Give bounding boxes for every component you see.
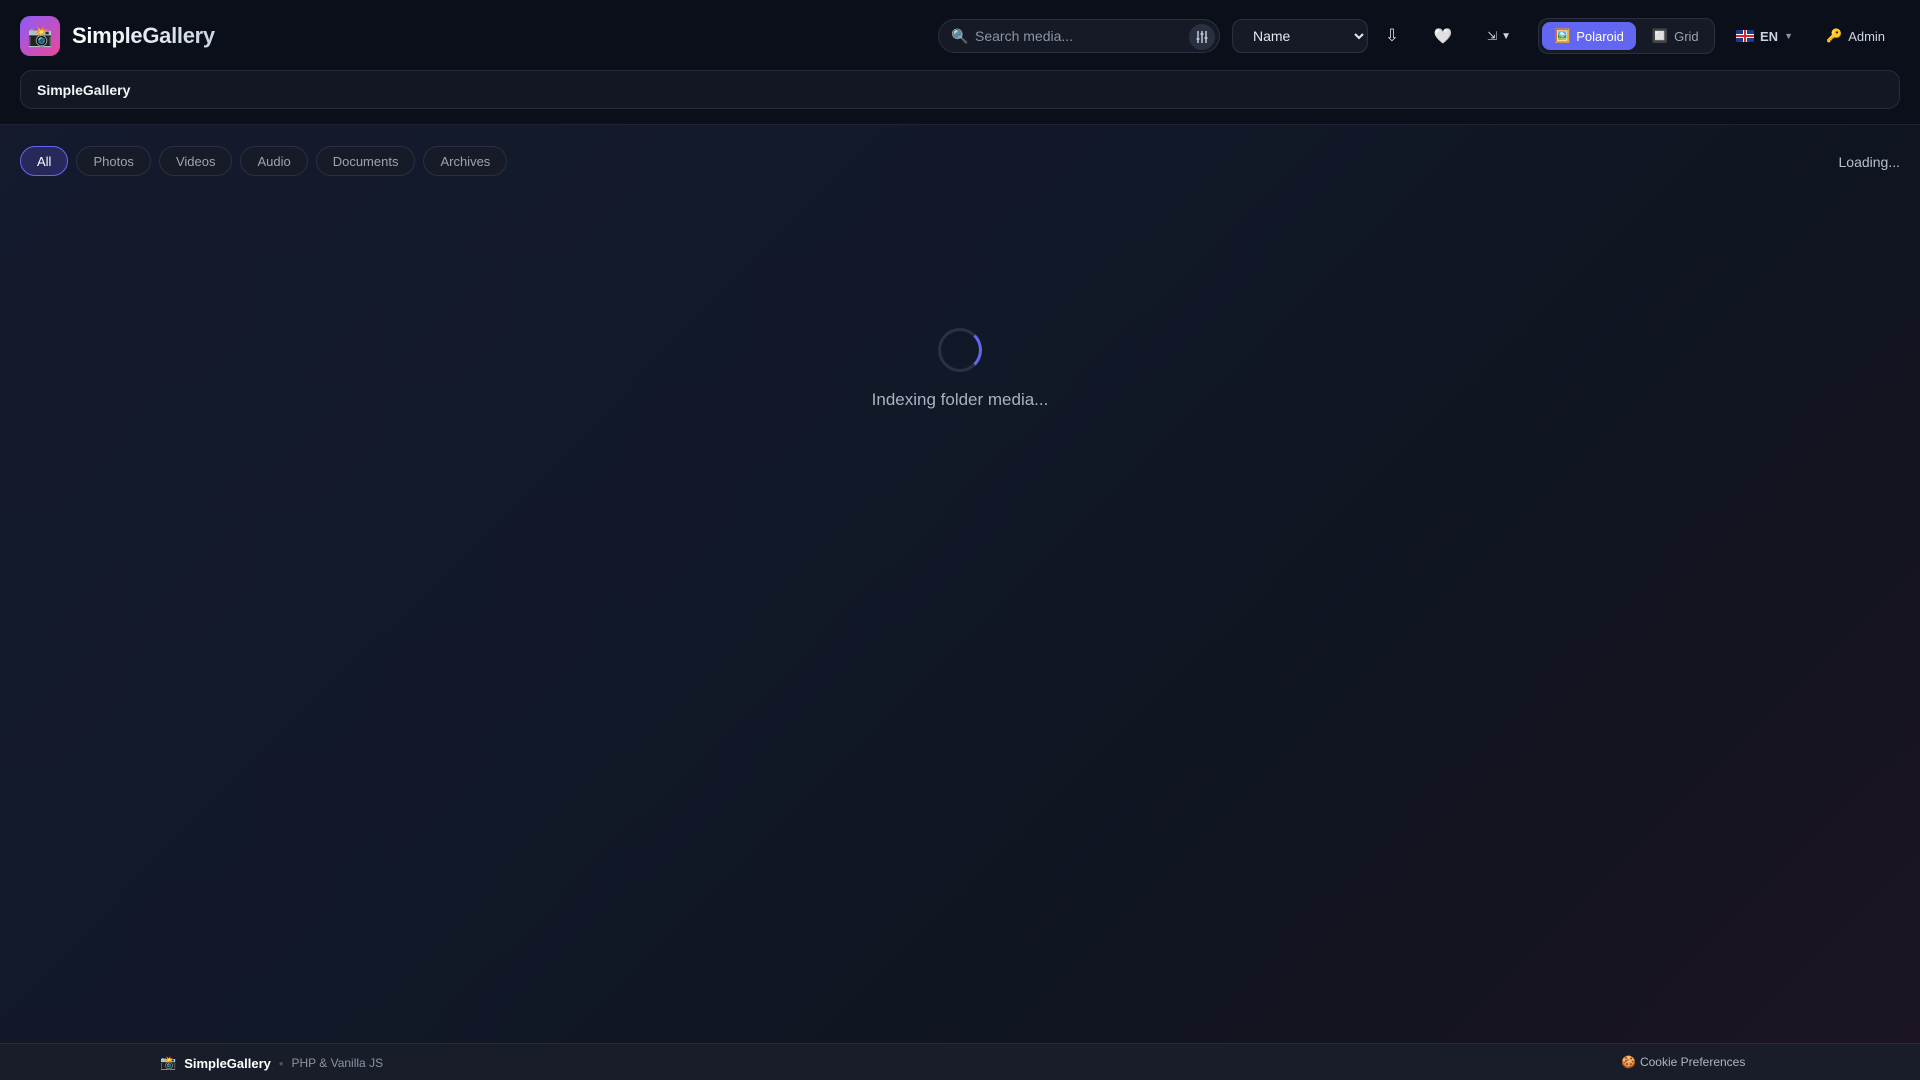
filter-tabs: All Photos Videos Audio Documents Archiv… xyxy=(20,146,508,176)
footer-info: 📸 SimpleGallery • PHP & Vanilla JS xyxy=(160,1055,383,1071)
tab-archives[interactable]: Archives xyxy=(423,146,508,176)
sort-select[interactable]: Name xyxy=(1232,19,1368,53)
app-header: 📸 SimpleGallery 🔍 Name ⇩ 🤍 ⇲ ▼ 🖼️ Polaro… xyxy=(0,0,1920,125)
admin-button[interactable]: 🔑 Admin xyxy=(1826,19,1885,53)
search-icon: 🔍 xyxy=(951,27,969,44)
admin-label: Admin xyxy=(1848,28,1886,44)
size-dropdown[interactable]: ⇲ ▼ xyxy=(1484,19,1514,53)
chevron-down-icon: ▼ xyxy=(1784,31,1793,41)
footer-brand: SimpleGallery xyxy=(184,1055,271,1071)
cookie-label: Cookie Preferences xyxy=(1639,1055,1746,1069)
status-text: Loading... xyxy=(1838,154,1901,170)
tab-documents[interactable]: Documents xyxy=(315,146,416,176)
uk-flag-icon xyxy=(1736,30,1754,42)
breadcrumb-current[interactable]: SimpleGallery xyxy=(37,82,130,98)
search-box: 🔍 xyxy=(938,19,1220,53)
polaroid-label: Polaroid xyxy=(1576,28,1624,44)
sort-direction-icon[interactable]: ⇩ xyxy=(1382,19,1402,53)
camera-icon: 📸 xyxy=(160,1055,177,1070)
grid-icon: 🔲 xyxy=(1651,28,1669,43)
grid-label: Grid xyxy=(1674,28,1699,44)
filter-sliders-icon[interactable] xyxy=(1189,24,1215,50)
language-label: EN xyxy=(1760,28,1779,44)
favorites-heart-icon[interactable]: 🤍 xyxy=(1432,19,1454,53)
cookie-icon: 🍪 xyxy=(1621,1055,1636,1069)
tab-audio[interactable]: Audio xyxy=(240,146,308,176)
resize-icon: ⇲ xyxy=(1487,29,1498,43)
chevron-down-icon: ▼ xyxy=(1501,30,1511,42)
brand-title: SimpleGallery xyxy=(72,23,215,48)
loading-spinner-icon xyxy=(938,328,982,372)
polaroid-icon: 🖼️ xyxy=(1554,28,1571,43)
breadcrumb: SimpleGallery xyxy=(20,70,1900,109)
loading-message: Indexing folder media... xyxy=(871,390,1049,409)
tab-all[interactable]: All xyxy=(20,146,69,176)
view-polaroid-button[interactable]: 🖼️ Polaroid xyxy=(1542,22,1636,50)
tab-videos[interactable]: Videos xyxy=(158,146,233,176)
language-selector[interactable]: EN ▼ xyxy=(1736,19,1793,53)
footer: 📸 SimpleGallery • PHP & Vanilla JS 🍪 Coo… xyxy=(0,1043,1920,1080)
brand[interactable]: 📸 SimpleGallery xyxy=(20,16,215,56)
footer-tech: PHP & Vanilla JS xyxy=(291,1056,384,1070)
separator-dot: • xyxy=(278,1055,284,1071)
cookie-preferences-link[interactable]: 🍪 Cookie Preferences xyxy=(1621,1055,1745,1069)
search-input[interactable] xyxy=(975,28,1175,44)
tab-photos[interactable]: Photos xyxy=(76,146,151,176)
key-icon: 🔑 xyxy=(1826,28,1843,43)
camera-logo-icon: 📸 xyxy=(20,16,60,56)
view-toggle: 🖼️ Polaroid 🔲 Grid xyxy=(1538,18,1715,54)
view-grid-button[interactable]: 🔲 Grid xyxy=(1640,22,1711,50)
